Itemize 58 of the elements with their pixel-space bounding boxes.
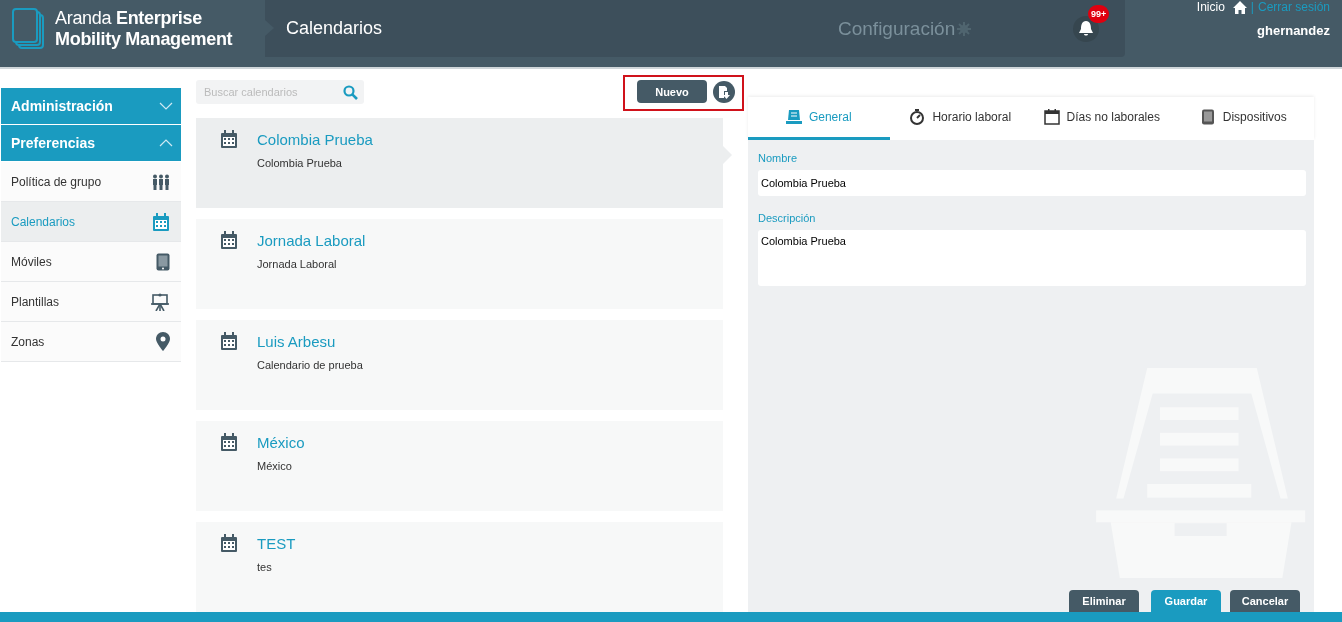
separator: | — [1250, 0, 1254, 14]
calendar-description: Colombia Prueba — [257, 157, 343, 169]
calendar-title: Colombia Prueba — [257, 131, 373, 148]
calendar-description: México — [257, 460, 293, 472]
calendar-icon — [220, 130, 238, 148]
home-icon — [1232, 0, 1247, 14]
sidebar-item[interactable]: Zonas — [1, 322, 181, 362]
calendar-card[interactable]: Luis Arbesu Calendario de prueba — [196, 320, 723, 410]
tablet-icon — [1199, 109, 1216, 125]
tablet-icon — [156, 252, 170, 271]
calendar-title: TEST — [257, 535, 296, 552]
calendar-icon — [220, 332, 238, 350]
tab[interactable]: Horario laboral — [889, 97, 1031, 140]
brand-name: Aranda Enterprise Mobility Management — [55, 7, 233, 50]
calendar-description: Calendario de prueba — [257, 359, 363, 371]
username: ghernandez — [1257, 23, 1330, 38]
new-button[interactable]: Nuevo — [637, 80, 707, 103]
action-button[interactable]: Cancelar — [1230, 590, 1300, 612]
devices-logo-icon — [12, 7, 46, 50]
field-label: Descripción — [758, 212, 817, 224]
field-label: Nombre — [758, 152, 799, 164]
people-icon — [152, 173, 170, 190]
easel-icon — [150, 292, 170, 311]
bell-icon — [1078, 20, 1094, 37]
tab[interactable]: Dispositivos — [1172, 97, 1314, 140]
calendar-icon — [1043, 109, 1060, 125]
calendar-icon — [220, 534, 238, 552]
calendar-title: Luis Arbesu — [257, 333, 337, 350]
calendar-card[interactable]: Jornada Laboral Jornada Laboral — [196, 219, 723, 309]
stopwatch-icon — [909, 109, 926, 125]
sidebar-item[interactable]: Plantillas — [1, 282, 181, 322]
tab[interactable]: Días no laborales — [1031, 97, 1173, 140]
calendar-card[interactable]: TEST tes — [196, 522, 723, 612]
calendar-icon — [220, 433, 238, 451]
chevron-up-icon — [159, 139, 173, 147]
sidebar-item[interactable]: Móviles — [1, 242, 181, 282]
name-field[interactable]: Colombia Prueba — [758, 170, 1306, 196]
calendar-description: tes — [257, 561, 273, 573]
calendar-description: Jornada Laboral — [257, 258, 338, 270]
calendar-icon — [220, 231, 238, 249]
calendar-card[interactable]: Colombia Prueba Colombia Prueba — [196, 118, 723, 208]
calendar-title: Jornada Laboral — [257, 232, 366, 249]
chevron-down-icon — [159, 102, 173, 110]
filing-tray-icon — [785, 109, 802, 125]
search-field[interactable]: Buscar calendarios — [196, 79, 364, 104]
description-field[interactable]: Colombia Prueba — [758, 230, 1306, 286]
page-title: Calendarios — [286, 18, 384, 39]
notification-count-badge: 99+ — [1088, 4, 1110, 23]
import-document-icon[interactable] — [713, 80, 735, 103]
home-link[interactable]: Inicio — [1196, 0, 1225, 14]
calendar-icon — [152, 212, 170, 231]
sidebar-item[interactable]: Política de grupo — [1, 162, 181, 202]
calendar-title: México — [257, 434, 305, 451]
search-icon — [343, 84, 358, 100]
calendar-card[interactable]: México México — [196, 421, 723, 511]
notifications-button[interactable] — [1073, 15, 1099, 42]
action-button[interactable]: Eliminar — [1069, 590, 1139, 612]
map-pin-icon — [156, 332, 170, 351]
